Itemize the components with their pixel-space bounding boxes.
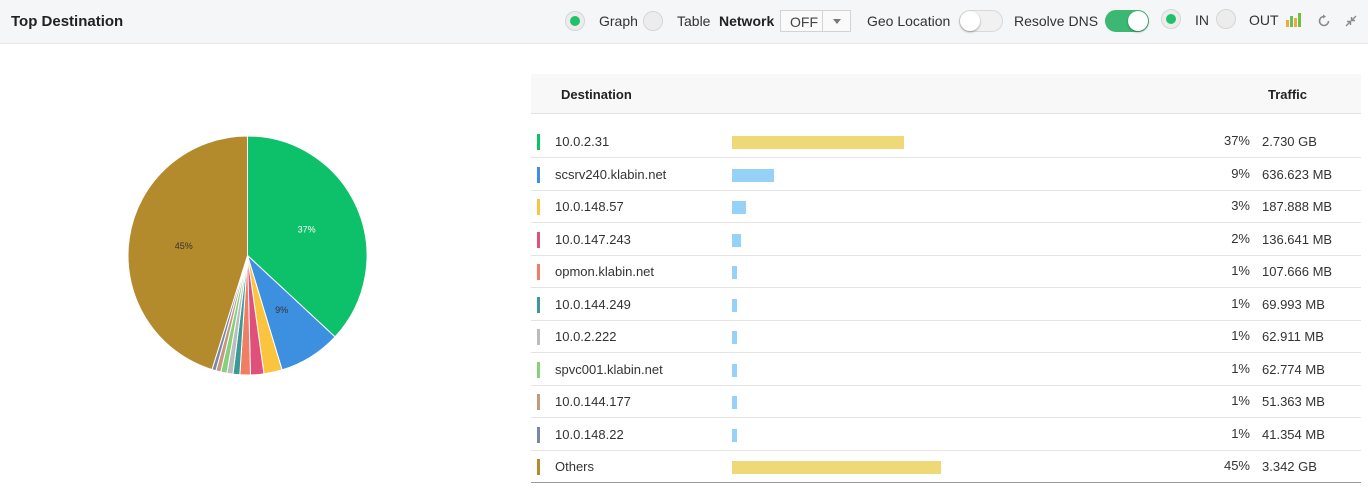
table-row[interactable]: scsrv240.klabin.net 9% 636.623 MB bbox=[531, 159, 1361, 191]
traffic-bar bbox=[732, 266, 737, 279]
out-radio[interactable] bbox=[1216, 9, 1236, 29]
chevron-down-icon[interactable] bbox=[822, 11, 850, 31]
traffic-percent: 45% bbox=[1223, 458, 1250, 473]
traffic-size: 136.641 MB bbox=[1262, 231, 1333, 247]
destination-name[interactable]: spvc001.klabin.net bbox=[555, 362, 663, 377]
destination-name[interactable]: 10.0.148.57 bbox=[555, 199, 624, 214]
table-radio[interactable] bbox=[643, 11, 663, 31]
traffic-size: 107.666 MB bbox=[1262, 264, 1333, 279]
traffic-percent: 1% bbox=[1231, 328, 1250, 343]
destination-name[interactable]: Others bbox=[555, 459, 594, 474]
traffic-percent: 1% bbox=[1231, 425, 1250, 441]
traffic-bar bbox=[732, 331, 737, 344]
geo-location-toggle[interactable] bbox=[959, 10, 1003, 32]
series-color-marker bbox=[537, 231, 540, 248]
traffic-size: 636.623 MB bbox=[1262, 166, 1333, 182]
traffic-size: 51.363 MB bbox=[1262, 394, 1325, 409]
traffic-percent: 1% bbox=[1231, 360, 1250, 376]
destination-name[interactable]: 10.0.2.222 bbox=[555, 329, 616, 344]
traffic-bar bbox=[732, 363, 737, 377]
traffic-bar bbox=[732, 168, 774, 182]
traffic-bar bbox=[732, 136, 905, 149]
resolve-dns-label: Resolve DNS bbox=[1014, 13, 1099, 29]
traffic-percent: 1% bbox=[1231, 295, 1250, 311]
widget-title: Top Destination bbox=[11, 13, 124, 30]
traffic-percent: 2% bbox=[1231, 230, 1250, 246]
table-row[interactable]: 10.0.148.22 1% 41.354 MB bbox=[531, 419, 1361, 451]
traffic-size: 3.342 GB bbox=[1262, 459, 1317, 474]
network-select[interactable]: OFF bbox=[780, 10, 851, 32]
pie-slice-label: 37% bbox=[298, 225, 316, 235]
traffic-size: 41.354 MB bbox=[1262, 426, 1325, 442]
in-label[interactable]: IN bbox=[1195, 12, 1209, 28]
table-row[interactable]: Others 45% 3.342 GB bbox=[531, 451, 1361, 483]
bar-chart-icon[interactable] bbox=[1285, 11, 1302, 28]
graph-radio[interactable] bbox=[565, 11, 585, 31]
series-color-marker bbox=[537, 394, 540, 410]
traffic-column-header[interactable]: Traffic bbox=[1268, 87, 1307, 102]
series-color-marker bbox=[537, 199, 540, 215]
graph-label[interactable]: Graph bbox=[599, 13, 638, 29]
pie-slice-label: 45% bbox=[175, 241, 193, 251]
traffic-size: 2.730 GB bbox=[1262, 134, 1317, 149]
destination-name[interactable]: opmon.klabin.net bbox=[555, 264, 654, 279]
traffic-size: 69.993 MB bbox=[1262, 296, 1325, 312]
table-row[interactable]: 10.0.144.177 1% 51.363 MB bbox=[531, 386, 1361, 418]
series-color-marker bbox=[537, 329, 540, 345]
destination-name[interactable]: 10.0.147.243 bbox=[555, 232, 631, 247]
series-color-marker bbox=[537, 264, 540, 280]
series-color-marker bbox=[537, 426, 540, 443]
traffic-size: 187.888 MB bbox=[1262, 199, 1333, 214]
table-row[interactable]: 10.0.2.31 37% 2.730 GB bbox=[531, 126, 1361, 158]
resolve-dns-toggle[interactable] bbox=[1105, 10, 1149, 32]
table-row[interactable]: opmon.klabin.net 1% 107.666 MB bbox=[531, 256, 1361, 288]
network-label: Network bbox=[719, 13, 775, 29]
network-select-value: OFF bbox=[790, 14, 818, 30]
toggle-knob bbox=[1128, 11, 1148, 31]
destination-name[interactable]: 10.0.144.249 bbox=[555, 297, 631, 312]
toggle-knob bbox=[960, 11, 980, 31]
collapse-icon[interactable] bbox=[1345, 15, 1357, 27]
pie-chart: 37% 9% 45% bbox=[125, 133, 370, 378]
traffic-bar bbox=[732, 201, 746, 214]
table-row[interactable]: 10.0.148.57 3% 187.888 MB bbox=[531, 191, 1361, 223]
table-row[interactable]: 10.0.147.243 2% 136.641 MB bbox=[531, 224, 1361, 256]
traffic-percent: 1% bbox=[1231, 393, 1250, 408]
traffic-percent: 37% bbox=[1223, 133, 1250, 148]
in-radio[interactable] bbox=[1161, 9, 1181, 29]
series-color-marker bbox=[537, 134, 540, 150]
series-color-marker bbox=[537, 296, 540, 313]
widget-header: Top Destination Graph Table Network OFF … bbox=[0, 0, 1368, 44]
traffic-size: 62.774 MB bbox=[1262, 361, 1325, 377]
table-row[interactable]: 10.0.144.249 1% 69.993 MB bbox=[531, 289, 1361, 321]
destination-name[interactable]: scsrv240.klabin.net bbox=[555, 167, 666, 182]
traffic-percent: 9% bbox=[1231, 165, 1250, 181]
geo-location-label: Geo Location bbox=[867, 13, 951, 29]
series-color-marker bbox=[537, 166, 540, 183]
destination-column-header[interactable]: Destination bbox=[561, 87, 632, 102]
table-row[interactable]: 10.0.2.222 1% 62.911 MB bbox=[531, 321, 1361, 353]
traffic-bar bbox=[732, 428, 737, 442]
destination-name[interactable]: 10.0.144.177 bbox=[555, 394, 631, 409]
destination-name[interactable]: 10.0.148.22 bbox=[555, 427, 624, 442]
destination-name[interactable]: 10.0.2.31 bbox=[555, 134, 609, 149]
table-label[interactable]: Table bbox=[677, 13, 710, 29]
traffic-bar bbox=[732, 298, 737, 312]
out-label[interactable]: OUT bbox=[1249, 12, 1279, 28]
pie-slice-label: 9% bbox=[275, 305, 288, 315]
refresh-icon[interactable] bbox=[1317, 14, 1331, 28]
traffic-bar bbox=[732, 233, 742, 247]
traffic-bar bbox=[732, 461, 942, 474]
pie-chart-svg: 37% 9% 45% bbox=[127, 135, 368, 376]
traffic-percent: 3% bbox=[1231, 198, 1250, 213]
traffic-size: 62.911 MB bbox=[1262, 329, 1324, 344]
series-color-marker bbox=[537, 361, 540, 378]
traffic-percent: 1% bbox=[1231, 263, 1250, 278]
table-header: Destination Traffic bbox=[531, 74, 1361, 114]
traffic-bar bbox=[732, 396, 737, 409]
table-row[interactable]: spvc001.klabin.net 1% 62.774 MB bbox=[531, 354, 1361, 386]
series-color-marker bbox=[537, 459, 540, 475]
